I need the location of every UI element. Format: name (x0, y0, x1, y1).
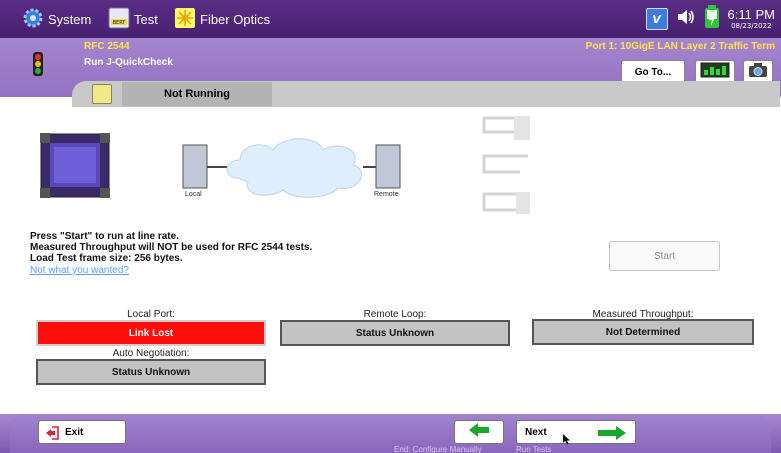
bookmark-icon[interactable] (92, 84, 112, 104)
remote-loop-label: Remote Loop: (363, 309, 427, 320)
traffic-light-icon (33, 52, 43, 76)
camera-icon (748, 62, 768, 82)
vm-badge[interactable]: V (645, 8, 668, 30)
bert-icon-text: BERT (113, 20, 127, 26)
run-status: Not Running (122, 82, 272, 106)
speaker-icon[interactable] (676, 7, 696, 31)
fiber-optics-menu-label: Fiber Optics (200, 11, 271, 27)
remote-loop-status: Status Unknown (280, 320, 510, 346)
left-arrow-icon (468, 422, 490, 442)
local-port-label: Local Port: (127, 309, 175, 320)
clock: 6:11 PM 08/23/2022 (728, 8, 775, 30)
remote-label: Remote (374, 191, 399, 198)
status-area: V 6:11 PM 08/23/2022 (645, 3, 775, 35)
top-bar: System BERT Test Fiber Optics V 6:11 PM … (0, 0, 781, 38)
exit-icon (45, 425, 61, 444)
port-info: Port 1: 10GigE LAN Layer 2 Traffic Term (585, 41, 775, 52)
loop-type-icons (478, 112, 534, 222)
next-hint: Run Tests (516, 445, 552, 453)
throughput-value: Not Determined (605, 326, 681, 338)
status-tab-row: Not Running (72, 81, 780, 107)
exit-button[interactable]: Exit (38, 420, 126, 444)
remote-loop-value: Status Unknown (355, 327, 435, 339)
test-menu-button[interactable]: BERT Test (108, 4, 158, 34)
bert-icon: BERT (108, 7, 130, 32)
exit-label: Exit (65, 426, 84, 438)
instructions: Press "Start" to run at line rate. Measu… (30, 231, 312, 264)
auto-negotiation-status: Status Unknown (36, 359, 266, 385)
instruction-line-1: Press "Start" to run at line rate. (30, 231, 179, 242)
local-port-status: Link Lost (36, 320, 266, 346)
run-status-text: Not Running (164, 88, 230, 100)
not-what-you-wanted-link[interactable]: Not what you wanted? (30, 265, 129, 276)
gear-icon (22, 7, 44, 32)
app-window: System BERT Test Fiber Optics V 6:11 PM … (0, 0, 781, 453)
throughput-status: Not Determined (532, 319, 754, 345)
local-label: Local (185, 191, 202, 198)
test-name: RFC 2544 (84, 41, 130, 52)
start-label: Start (653, 250, 676, 262)
clock-time: 6:11 PM (727, 7, 775, 22)
local-port-value: Link Lost (128, 327, 174, 339)
tablet-device-icon (40, 133, 110, 202)
fiber-optics-menu-button[interactable]: Fiber Optics (174, 4, 270, 34)
test-menu-label: Test (134, 11, 158, 27)
right-arrow-icon (597, 425, 627, 444)
goto-label: Go To... (634, 66, 672, 78)
auto-negotiation-value: Status Unknown (111, 366, 191, 378)
back-button[interactable] (454, 420, 504, 444)
instruction-line-3: Load Test frame size: 256 bytes. (30, 253, 183, 264)
cursor-icon (563, 434, 571, 448)
vm-badge-text: V (652, 12, 661, 26)
clock-date: 08/23/2022 (731, 22, 772, 30)
battery-icon (704, 5, 720, 33)
start-button[interactable]: Start (609, 241, 720, 271)
results-icon (700, 62, 730, 82)
system-menu-label: System (48, 11, 92, 27)
action-title: Run J-QuickCheck (84, 57, 173, 68)
next-button[interactable]: Next (516, 420, 636, 445)
back-hint: End: Configure Manually (394, 445, 482, 453)
system-menu-button[interactable]: System (22, 4, 91, 34)
fiber-optics-icon (174, 7, 196, 32)
next-label: Next (525, 426, 547, 438)
instruction-line-2: Measured Throughput will NOT be used for… (30, 242, 313, 253)
auto-negotiation-label: Auto Negotiation: (112, 348, 190, 359)
